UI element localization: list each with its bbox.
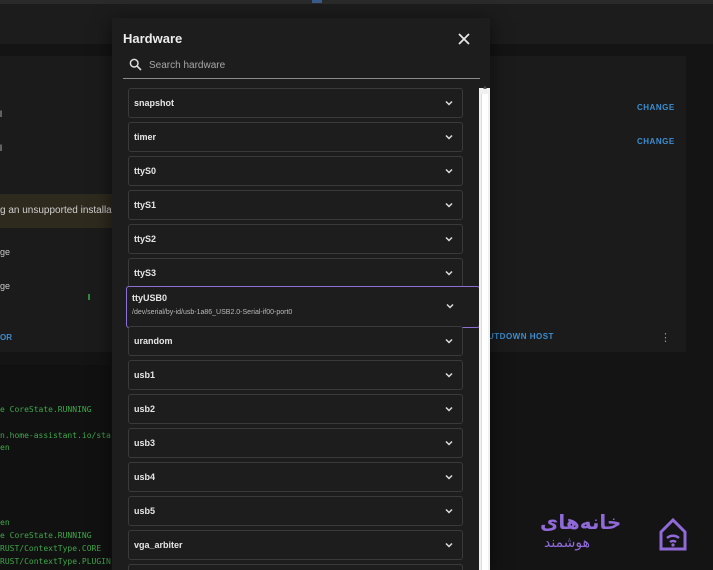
log-line: RUST/ContextType.PLUGIN [0, 557, 111, 566]
chevron-down-icon [445, 440, 453, 446]
hardware-item-ttys2[interactable]: ttyS2 [128, 224, 463, 254]
chevron-down-icon [445, 406, 453, 412]
hardware-item-label: ttyS0 [134, 166, 157, 176]
hardware-item-usb3[interactable]: usb3 [128, 428, 463, 458]
bg-row-label: ge [0, 281, 11, 291]
watermark-line1: خانه‌های [540, 512, 622, 534]
hardware-item-ttys3[interactable]: ttyS3 [128, 258, 463, 288]
hardware-item-vga-arbiter[interactable]: vga_arbiter [128, 530, 463, 560]
watermark-logo: خانه‌های هوشمند [540, 510, 690, 560]
log-line: RUST/ContextType.CORE [0, 544, 102, 553]
hardware-item-label: ttyS2 [134, 234, 157, 244]
hardware-item-label: vga_arbiter [134, 540, 183, 550]
hardware-item-usb1[interactable]: usb1 [128, 360, 463, 390]
hardware-item-partial[interactable] [128, 564, 463, 570]
hardware-item-label: urandom [134, 336, 173, 346]
top-strip [0, 0, 713, 4]
hardware-item-snapshot[interactable]: snapshot [128, 88, 463, 118]
search-field [123, 51, 480, 79]
log-panel: e CoreState.RUNNING n.home-assistant.io/… [0, 365, 111, 570]
status-dot [88, 294, 90, 300]
more-options-icon[interactable]: ⋮ [660, 331, 671, 344]
dialog-title: Hardware [123, 31, 183, 46]
scrollbar-thumb[interactable] [481, 94, 488, 570]
hardware-item-usb2[interactable]: usb2 [128, 394, 463, 424]
chevron-down-icon [445, 338, 453, 344]
hardware-item-ttyusb0[interactable]: ttyUSB0 /dev/serial/by-id/usb-1a86_USB2.… [126, 286, 480, 328]
chevron-down-icon [445, 236, 453, 242]
left-action-button[interactable]: OR [0, 333, 12, 342]
chevron-down-icon [445, 100, 453, 106]
chevron-down-icon [445, 134, 453, 140]
hardware-dialog: Hardware snapshot timer ttyS0 ttyS1 ttyS… [112, 18, 490, 570]
hardware-item-label: usb3 [134, 438, 156, 448]
hardware-item-label: usb1 [134, 370, 156, 380]
chevron-down-icon [445, 202, 453, 208]
hardware-item-path: /dev/serial/by-id/usb-1a86_USB2.0-Serial… [132, 309, 293, 316]
hardware-item-label: usb2 [134, 404, 156, 414]
smart-home-wifi-icon [659, 517, 687, 551]
search-input[interactable] [147, 56, 471, 74]
search-icon [129, 58, 142, 71]
hardware-item-ttys1[interactable]: ttyS1 [128, 190, 463, 220]
log-line: e CoreState.RUNNING [0, 531, 92, 540]
hardware-item-label: usb4 [134, 472, 156, 482]
bg-row-marker: l [0, 109, 2, 119]
unsupported-warning: g an unsupported installation [0, 194, 116, 228]
watermark-line2: هوشمند [544, 534, 591, 550]
hardware-list: snapshot timer ttyS0 ttyS1 ttyS2 ttyS3 t… [112, 88, 480, 570]
hardware-item-label: usb5 [134, 506, 156, 516]
close-icon[interactable] [455, 30, 473, 48]
scroll-up-arrow-icon[interactable]: ▲ [482, 85, 488, 91]
hardware-item-label: ttyUSB0 [132, 293, 168, 303]
change-button[interactable]: CHANGE [637, 103, 675, 112]
hardware-item-label: timer [134, 132, 157, 142]
bg-row-label: ge [0, 247, 11, 257]
chevron-down-icon [445, 474, 453, 480]
log-line: e CoreState.RUNNING [0, 405, 92, 414]
tab-indicator [312, 0, 322, 3]
change-button[interactable]: CHANGE [637, 137, 675, 146]
hardware-item-label: ttyS3 [134, 268, 157, 278]
chevron-down-icon [445, 270, 453, 276]
hardware-item-usb4[interactable]: usb4 [128, 462, 463, 492]
hardware-item-label: snapshot [134, 98, 175, 108]
chevron-down-icon [446, 303, 454, 309]
hardware-item-label: ttyS1 [134, 200, 157, 210]
chevron-down-icon [445, 542, 453, 548]
hardware-item-urandom[interactable]: urandom [128, 326, 463, 356]
bg-row-marker: l [0, 143, 2, 153]
hardware-item-timer[interactable]: timer [128, 122, 463, 152]
shutdown-host-button[interactable]: UTDOWN HOST [488, 332, 554, 341]
chevron-down-icon [445, 168, 453, 174]
log-line: en [0, 443, 10, 452]
log-line: en [0, 518, 10, 527]
chevron-down-icon [445, 372, 453, 378]
chevron-down-icon [445, 508, 453, 514]
hardware-item-usb5[interactable]: usb5 [128, 496, 463, 526]
log-line: n.home-assistant.io/sta [0, 431, 111, 440]
hardware-item-ttys0[interactable]: ttyS0 [128, 156, 463, 186]
